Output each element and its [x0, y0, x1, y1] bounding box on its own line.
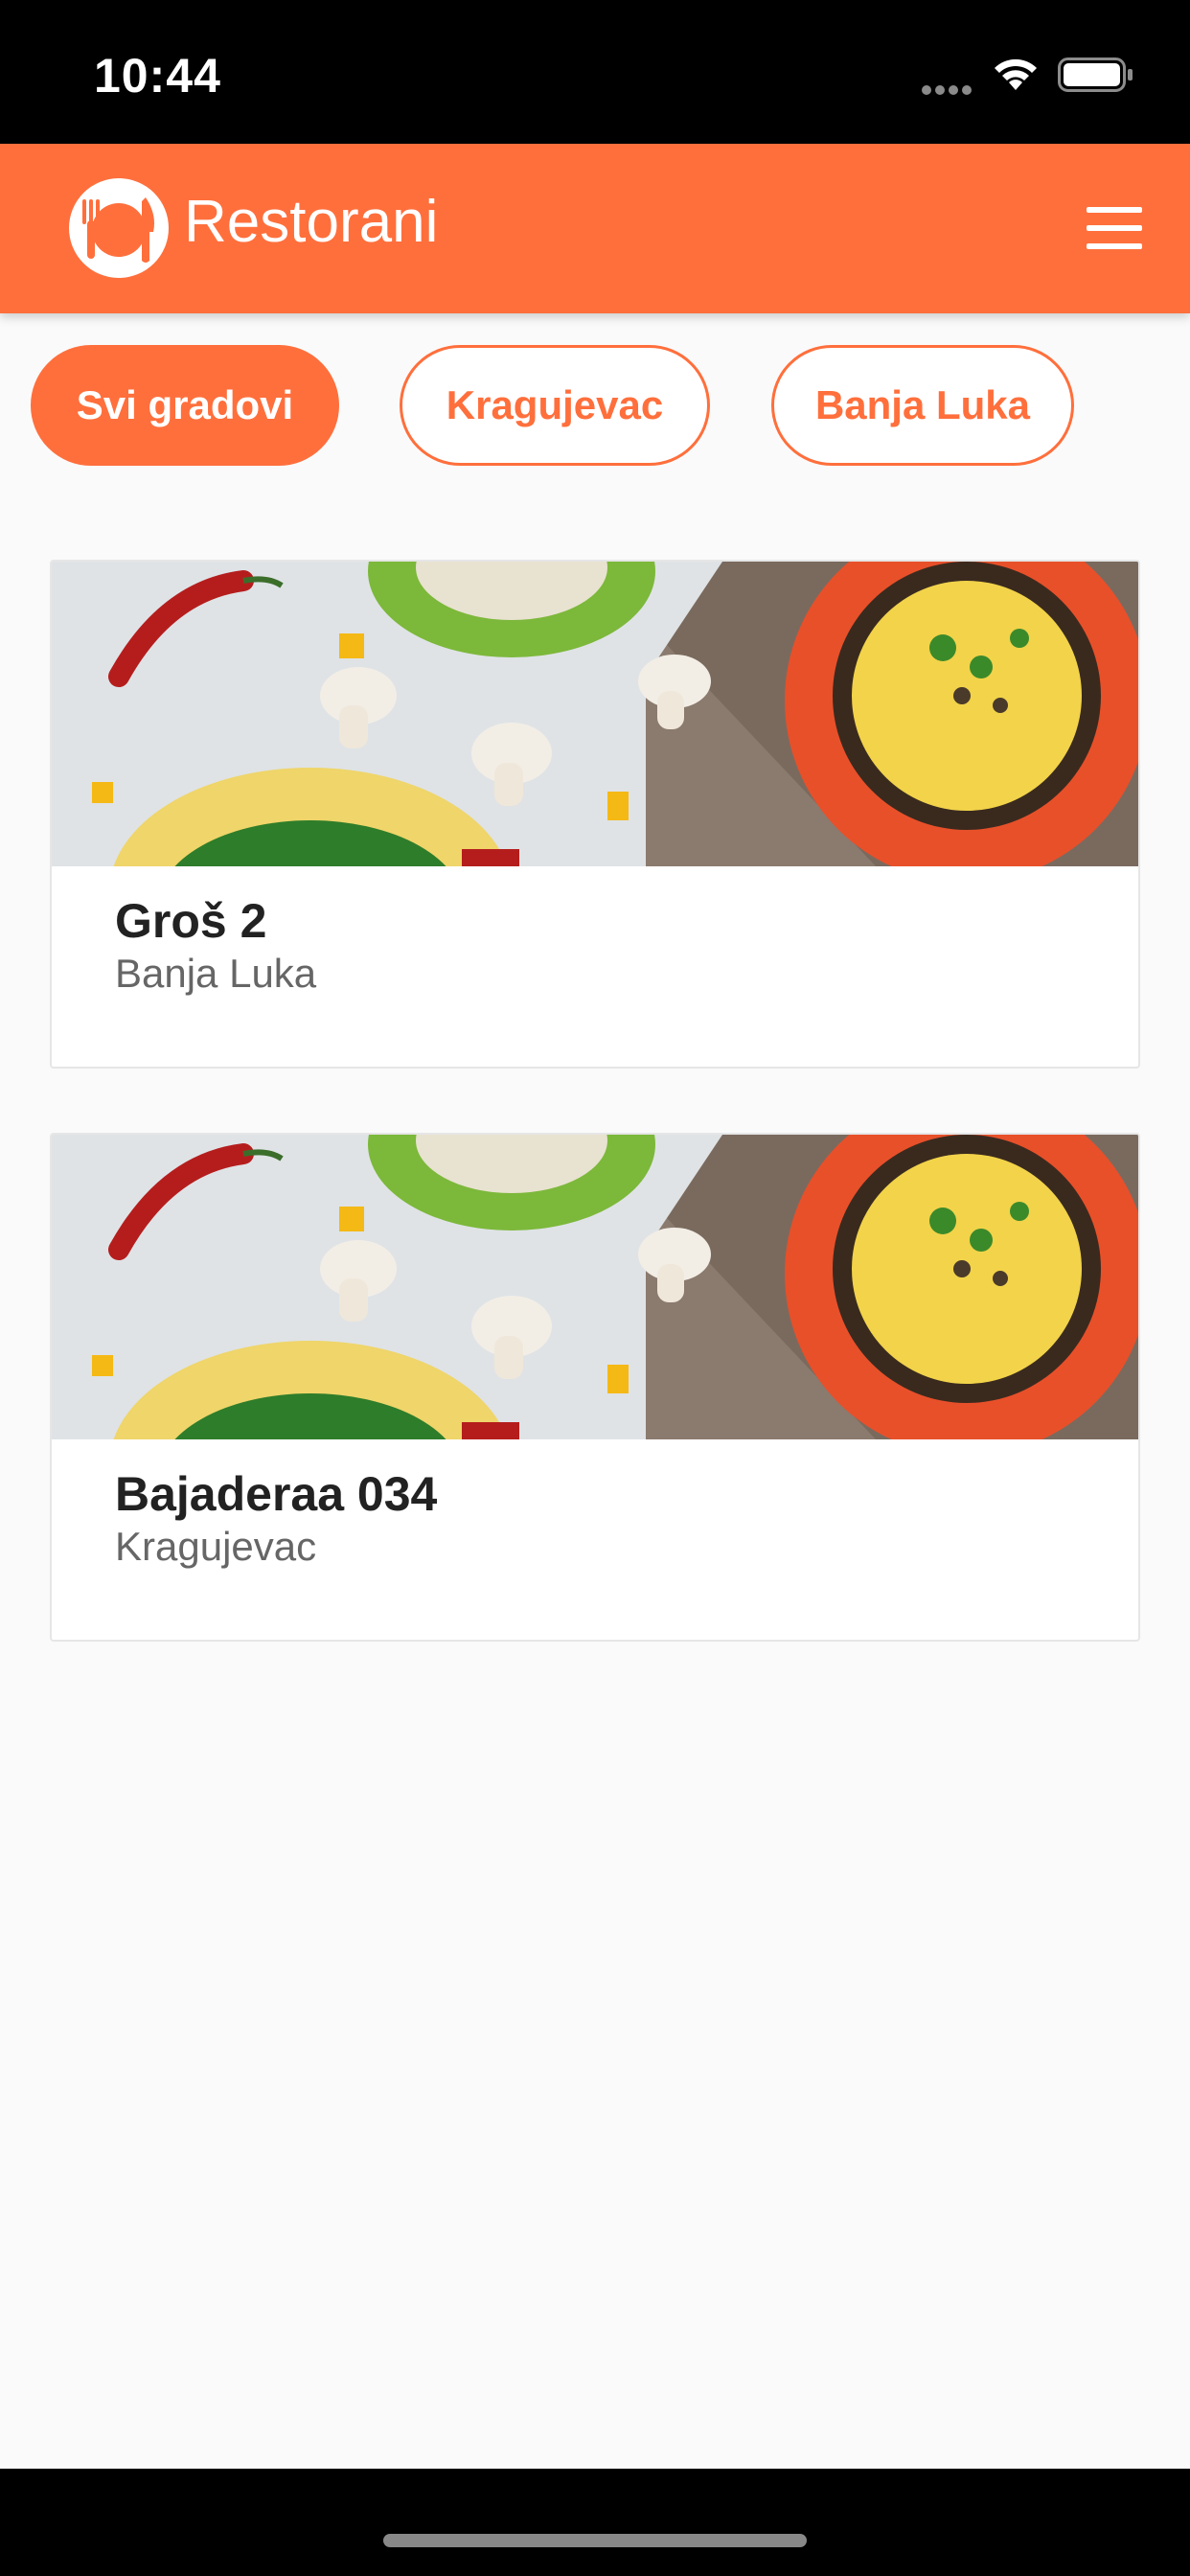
status-time: 10:44 — [94, 49, 221, 103]
plate-fork-knife-icon — [69, 178, 169, 278]
restaurant-name: Bajaderaa 034 — [115, 1467, 438, 1521]
hamburger-menu-icon[interactable] — [1087, 207, 1142, 249]
bottom-bar — [0, 2469, 1190, 2576]
restaurant-name: Groš 2 — [115, 894, 267, 948]
restaurant-city: Kragujevac — [115, 1524, 317, 1569]
restaurant-city: Banja Luka — [115, 951, 317, 996]
filter-chip-all-cities[interactable]: Svi gradovi — [31, 345, 339, 466]
wifi-icon — [995, 58, 1037, 90]
home-indicator[interactable] — [383, 2534, 807, 2547]
filter-chip-kragujevac[interactable]: Kragujevac — [400, 345, 710, 466]
restaurant-card[interactable]: Bajaderaa 034 Kragujevac — [50, 1133, 1140, 1642]
app-bar: Restorani — [0, 144, 1190, 313]
filter-chip-banja-luka[interactable]: Banja Luka — [771, 345, 1074, 466]
status-bar: 10:44 — [0, 0, 1190, 144]
restaurant-image — [52, 562, 1138, 866]
app-title: Restorani — [184, 189, 439, 255]
cellular-signal-icon — [922, 82, 975, 95]
restaurant-card[interactable]: Groš 2 Banja Luka — [50, 560, 1140, 1069]
battery-icon — [1058, 58, 1133, 92]
restaurant-image — [52, 1135, 1138, 1439]
